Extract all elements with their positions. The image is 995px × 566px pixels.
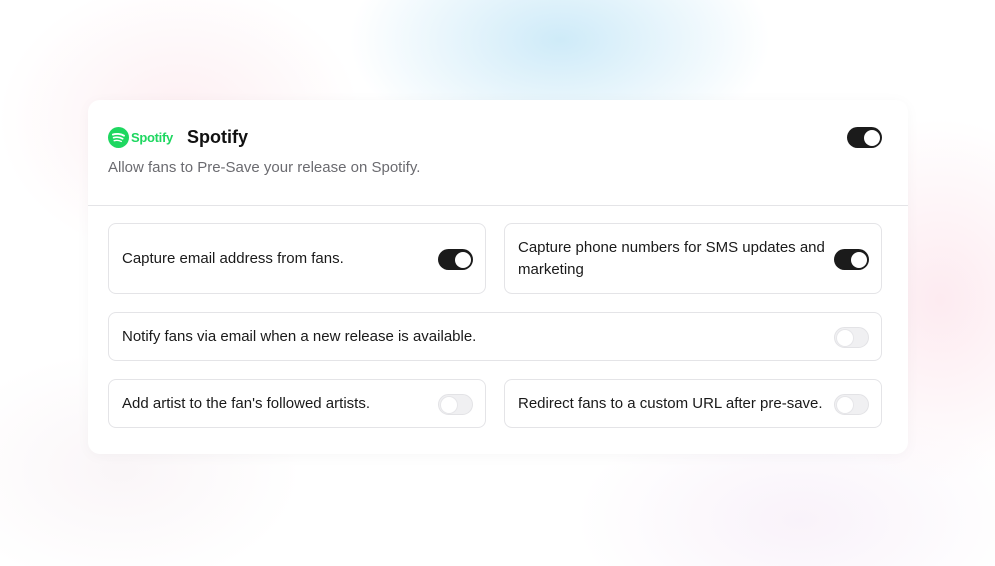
option-label: Add artist to the fan's followed artists… bbox=[122, 395, 370, 412]
notify-email-toggle[interactable] bbox=[834, 327, 869, 348]
option-label: Capture phone numbers for SMS updates an… bbox=[518, 239, 825, 278]
toggle-knob bbox=[836, 329, 853, 346]
option-label: Notify fans via email when a new release… bbox=[122, 328, 477, 345]
toggle-knob bbox=[454, 251, 471, 268]
integration-description: Allow fans to Pre-Save your release on S… bbox=[108, 159, 421, 176]
card-header: Spotify Spotify Allow fans to Pre-Save y… bbox=[88, 100, 908, 206]
option-capture-email: Capture email address from fans. bbox=[108, 223, 486, 294]
spotify-presave-settings-card: Spotify Spotify Allow fans to Pre-Save y… bbox=[88, 100, 908, 454]
integration-title: Spotify bbox=[186, 127, 248, 147]
option-label: Redirect fans to a custom URL after pre-… bbox=[518, 395, 823, 412]
spotify-wordmark: Spotify bbox=[131, 130, 173, 145]
spotify-enable-toggle[interactable] bbox=[847, 127, 882, 148]
follow-artist-toggle[interactable] bbox=[438, 394, 473, 415]
spotify-logo-icon bbox=[108, 127, 129, 148]
capture-email-toggle[interactable] bbox=[438, 249, 473, 270]
toggle-knob bbox=[850, 251, 867, 268]
redirect-url-toggle[interactable] bbox=[834, 394, 869, 415]
toggle-knob bbox=[836, 396, 853, 413]
option-redirect-url: Redirect fans to a custom URL after pre-… bbox=[504, 379, 882, 428]
toggle-knob bbox=[863, 129, 880, 146]
option-follow-artist: Add artist to the fan's followed artists… bbox=[108, 379, 486, 428]
spotify-logo: Spotify bbox=[108, 127, 173, 148]
option-label: Capture email address from fans. bbox=[122, 250, 344, 267]
option-notify-email: Notify fans via email when a new release… bbox=[108, 312, 882, 361]
integration-brand: Spotify Spotify bbox=[108, 127, 248, 148]
option-capture-phone: Capture phone numbers for SMS updates an… bbox=[504, 223, 882, 294]
toggle-knob bbox=[440, 396, 457, 413]
capture-phone-toggle[interactable] bbox=[834, 249, 869, 270]
